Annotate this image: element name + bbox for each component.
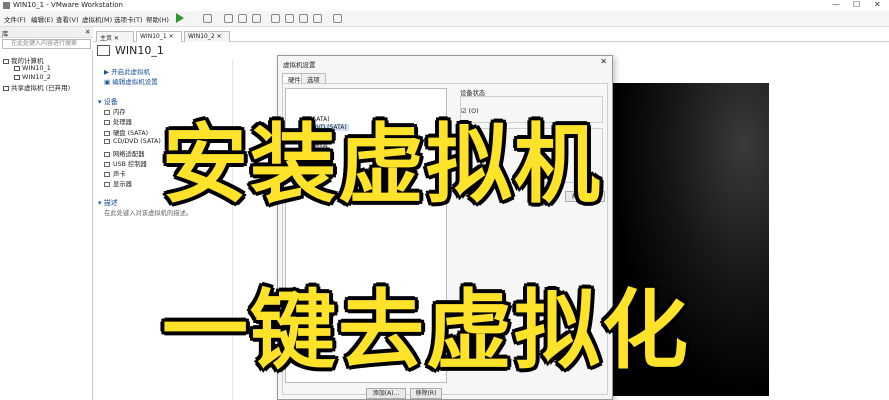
menu-view[interactable]: 查看(V) xyxy=(56,14,79,24)
library-search-input[interactable]: 在此处键入内容进行搜索 xyxy=(2,39,91,49)
menu-help[interactable]: 帮助(H) xyxy=(146,14,169,24)
tree-shared-vms[interactable]: 共享虚拟机 (已弃用) xyxy=(3,82,70,92)
menu-bar: 文件(F) 编辑(E) 查看(V) 虚拟机(M) 选项卡(T) 帮助(H) xyxy=(0,11,889,27)
dialog-close-icon[interactable]: ✕ xyxy=(600,57,607,66)
snapshot-manager-icon[interactable] xyxy=(252,14,261,23)
vm-icon xyxy=(14,65,20,71)
shared-vm-icon xyxy=(3,85,9,91)
tree-item-win10-1[interactable]: WIN10_1 xyxy=(14,64,51,72)
device-hard-disk[interactable]: 硬盘 (SATA) xyxy=(104,128,148,137)
dialog-title: 虚拟机设置 xyxy=(283,61,316,69)
network-icon xyxy=(104,151,110,157)
tab-win10-2[interactable]: WIN10_2 ✕ xyxy=(184,31,230,42)
vmware-app-icon xyxy=(3,2,10,9)
console-view-icon[interactable] xyxy=(333,14,342,23)
overlay-title-line1: 安装虚拟机 xyxy=(160,113,602,217)
overlay-title-line2: 一键去虚拟化 xyxy=(160,279,690,383)
window-title: WIN10_1 - VMware Workstation xyxy=(13,1,123,9)
add-hardware-button[interactable]: 添加(A)... xyxy=(366,388,406,399)
tab-bar: 主页 ✕ WIN10_1 ✕ WIN10_2 ✕ xyxy=(93,30,889,42)
dialog-tab-options[interactable]: 选项 xyxy=(301,73,326,84)
hard-disk-icon xyxy=(104,130,110,136)
device-processor[interactable]: 处理器 xyxy=(104,117,132,126)
title-bar: WIN10_1 - VMware Workstation — ☐ ✕ xyxy=(0,0,889,11)
memory-icon xyxy=(104,109,110,115)
library-tree: 我的计算机 WIN10_1 WIN10_2 共享虚拟机 (已弃用) xyxy=(0,50,93,400)
tab-home[interactable]: 主页 ✕ xyxy=(96,31,134,42)
tab-win10-1[interactable]: WIN10_1 ✕ xyxy=(136,31,182,42)
menu-file[interactable]: 文件(F) xyxy=(4,14,26,24)
display-icon xyxy=(104,181,110,187)
full-screen-icon[interactable] xyxy=(299,14,308,23)
devices-header[interactable]: ▾ 设备 xyxy=(98,97,118,107)
cd-icon xyxy=(104,138,110,144)
menu-edit[interactable]: 编辑(E) xyxy=(31,14,53,24)
device-network[interactable]: 网络适配器 xyxy=(104,149,144,158)
thumbnail-view-icon[interactable] xyxy=(285,14,294,23)
edit-settings-link[interactable]: ▣ 编辑虚拟机设置 xyxy=(104,76,158,86)
vm-icon xyxy=(97,45,110,56)
menu-vm[interactable]: 虚拟机(M) xyxy=(82,14,112,24)
computer-icon xyxy=(3,58,9,64)
vm-icon xyxy=(14,74,20,80)
snapshot-icon[interactable] xyxy=(224,14,233,23)
snapshot-revert-icon[interactable] xyxy=(238,14,247,23)
library-header: 库 ✕ xyxy=(0,27,93,38)
sound-icon xyxy=(104,171,110,177)
close-icon[interactable]: ✕ xyxy=(874,0,881,9)
menu-tabs[interactable]: 选项卡(T) xyxy=(114,14,143,24)
usb-icon xyxy=(104,161,110,167)
library-close-icon[interactable]: ✕ xyxy=(85,28,90,36)
maximize-icon[interactable]: ☐ xyxy=(853,0,860,9)
library-view-icon[interactable] xyxy=(271,14,280,23)
device-sound[interactable]: 声卡 xyxy=(104,169,126,178)
processor-icon xyxy=(104,119,110,125)
device-usb[interactable]: USB 控制器 xyxy=(104,159,147,168)
device-memory[interactable]: 内存 xyxy=(104,107,126,116)
device-cd-dvd[interactable]: CD/DVD (SATA) xyxy=(104,138,161,145)
tree-item-win10-2[interactable]: WIN10_2 xyxy=(14,73,51,81)
minimize-icon[interactable]: — xyxy=(832,0,840,9)
device-display[interactable]: 显示器 xyxy=(104,179,132,188)
remove-hardware-button[interactable]: 移除(R) xyxy=(410,388,442,399)
power-on-icon[interactable] xyxy=(176,13,184,23)
unity-icon[interactable] xyxy=(313,14,322,23)
power-on-link[interactable]: ▶ 开启此虚拟机 xyxy=(104,66,150,76)
description-header[interactable]: ▾ 描述 xyxy=(98,198,118,208)
library-title: 库 xyxy=(2,30,9,38)
send-ctrl-alt-del-icon[interactable] xyxy=(203,14,212,23)
vm-title: WIN10_1 xyxy=(115,44,164,57)
